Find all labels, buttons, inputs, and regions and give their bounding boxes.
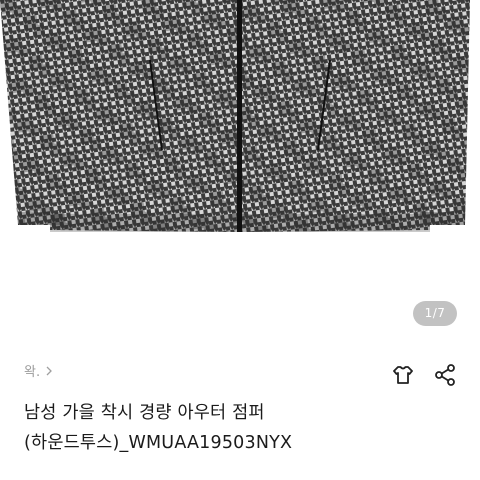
chevron-right-icon — [46, 366, 53, 375]
jacket-image — [0, 0, 470, 232]
category-breadcrumb[interactable]: 왁. — [24, 361, 54, 380]
product-title: 남성 가을 착시 경량 아우터 점퍼 (하운드투스)_WMUAA19503NYX — [24, 403, 293, 453]
category-label: 왁. — [24, 365, 41, 380]
product-image-gallery[interactable]: 1/7 — [0, 0, 480, 340]
shirt-button[interactable] — [390, 362, 416, 388]
product-actions — [390, 362, 458, 388]
shirt-icon — [393, 366, 413, 384]
share-button[interactable] — [432, 362, 458, 388]
share-icon — [435, 364, 455, 386]
image-pager: 1/7 — [413, 301, 457, 326]
